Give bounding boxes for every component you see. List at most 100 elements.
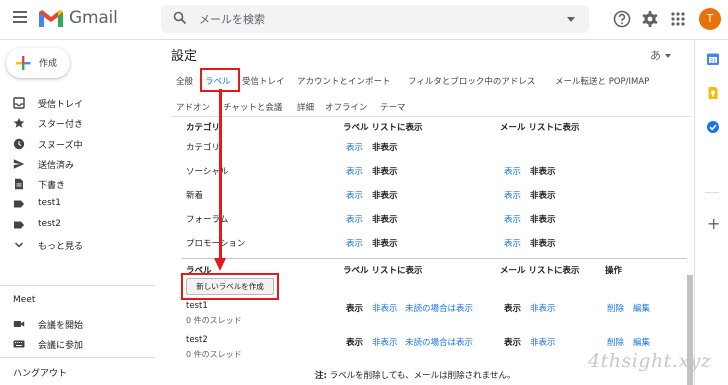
meet-item-label: 会議に参加 [38,341,84,351]
sidebar-item-sent[interactable]: 送信済み [0,154,155,174]
hide-in-message-list-current: 非表示 [530,191,556,201]
side-panel: 31 + [694,40,728,385]
sidebar-item-label: スター付き [38,120,84,131]
hide-in-label-list-current: 非表示 [372,215,398,225]
side-panel-divider [705,192,719,193]
sidebar-item-drafts[interactable]: 下書き [0,174,155,194]
show-in-message-list-current: 表示 [504,338,522,348]
label-icon [14,221,24,229]
show-in-label-list-link[interactable]: 表示 [346,189,363,201]
sidebar-item-starred[interactable]: スター付き [0,113,155,133]
search-input[interactable] [199,10,539,28]
search-box[interactable] [161,5,589,33]
video-icon [13,321,25,327]
sidebar-item-label: スヌーズ中 [38,140,83,151]
hangouts-heading: ハングアウト [13,369,68,379]
system-label-name: 新着 [186,191,204,201]
note-text: ラベルを削除しても、メールは削除されません。 [326,371,516,381]
main-menu-icon[interactable] [13,11,27,23]
tab-filters-blocked[interactable]: フィルタとブロック中のアドレス [408,75,535,87]
compose-button[interactable]: 作成 [6,48,70,78]
input-tools-label: あ [650,49,661,62]
annotation-arrow-shaft [219,89,222,261]
search-options-icon[interactable] [567,17,575,22]
meet-join-item[interactable]: 会議に参加 [0,334,155,354]
tab-advanced[interactable]: 詳細 [297,101,314,113]
actions-heading: 操作 [605,266,623,276]
tab-themes[interactable]: テーマ [380,101,406,113]
show-in-label-list-link[interactable]: 表示 [346,141,363,153]
system-label-name: カテゴリ [186,143,221,153]
sidebar-item-label: 下書き [38,181,66,192]
tab-forwarding-pop-imap[interactable]: メール転送と POP/IMAP [555,75,649,87]
tab-chat-meet[interactable]: チャットと会議 [223,101,282,113]
meet-item-label: 会議を開始 [38,321,84,331]
show-in-label-list-link[interactable]: 表示 [346,237,363,249]
show-in-message-list-link[interactable]: 表示 [504,189,521,201]
edit-label-link[interactable]: 編集 [633,336,650,348]
show-if-unread-link[interactable]: 未読の場合は表示 [405,302,473,314]
create-button-highlight [181,273,279,300]
tabs-divider [171,116,691,117]
sidebar-item-inbox[interactable]: 受信トレイ [0,93,155,113]
system-label-name: プロモーション [186,239,246,249]
footer-note: 注: ラベルを削除しても、メールは削除されません。 [315,369,515,381]
sidebar-item-snoozed[interactable]: スヌーズ中 [0,134,155,154]
message-list-heading: メール リストに表示 [500,123,580,133]
show-in-message-list-link[interactable]: 表示 [504,213,521,225]
sidebar-item-test1[interactable]: test1 [0,194,155,214]
page-title: 設定 [171,49,198,64]
chevron-down-icon [14,242,24,248]
sidebar-item-label: 受信トレイ [38,100,84,110]
search-icon[interactable] [173,11,187,25]
label-list-heading: ラベル リストに表示 [343,266,423,276]
sidebar-item-label: もっと見る [38,242,84,253]
hide-in-label-list-current: 非表示 [372,239,398,249]
tasks-icon[interactable] [706,120,720,134]
clock-icon [13,138,25,149]
hide-in-message-list-current: 非表示 [530,239,556,249]
label-icon [14,200,24,208]
tab-general[interactable]: 全般 [176,75,193,87]
show-if-unread-link[interactable]: 未読の場合は表示 [405,336,473,348]
hide-in-label-list-link[interactable]: 非表示 [372,336,398,348]
sidebar-divider [0,285,155,286]
sidebar-item-more[interactable]: もっと見る [0,235,155,255]
tab-accounts-import[interactable]: アカウントとインポート [297,75,391,87]
tab-addons[interactable]: アドオン [176,101,210,113]
show-in-label-list-link[interactable]: 表示 [346,213,363,225]
show-in-message-list-link[interactable]: 表示 [504,237,521,249]
hide-in-label-list-current: 非表示 [372,191,398,201]
remove-label-link[interactable]: 削除 [607,302,624,314]
keyboard-icon [13,340,25,348]
sidebar-item-test2[interactable]: test2 [0,215,155,235]
send-icon [13,159,25,169]
input-tools-toggle[interactable]: あ [650,47,671,63]
show-in-label-list-current: 表示 [346,338,364,348]
gmail-logo-icon[interactable] [38,9,64,28]
show-in-label-list-link[interactable]: 表示 [346,165,363,177]
svg-text:31: 31 [710,59,717,65]
remove-label-link[interactable]: 削除 [607,336,624,348]
user-label-name: test2 [186,335,208,345]
calendar-icon[interactable]: 31 [706,52,720,66]
tab-inbox[interactable]: 受信トレイ [242,75,285,87]
hide-in-message-list-link[interactable]: 非表示 [530,336,556,348]
help-icon[interactable] [612,9,632,29]
tab-offline[interactable]: オフライン [325,101,368,113]
keep-icon[interactable] [706,86,720,100]
get-addons-plus-icon[interactable]: + [707,216,720,232]
sidebar-item-label: test1 [38,198,62,209]
settings-gear-icon[interactable] [640,9,660,29]
edit-label-link[interactable]: 編集 [633,302,650,314]
apps-grid-icon[interactable] [668,9,688,29]
watermark-text: 4thsight.xyz [588,350,712,372]
hide-in-message-list-link[interactable]: 非表示 [530,302,556,314]
hide-in-label-list-link[interactable]: 非表示 [372,302,398,314]
hide-in-message-list-current: 非表示 [530,167,556,177]
meet-start-item[interactable]: 会議を開始 [0,314,155,334]
annotation-arrow-head [214,258,226,271]
account-avatar[interactable]: T [699,8,721,30]
sidebar-item-label: test2 [38,218,62,229]
show-in-message-list-link[interactable]: 表示 [504,165,521,177]
